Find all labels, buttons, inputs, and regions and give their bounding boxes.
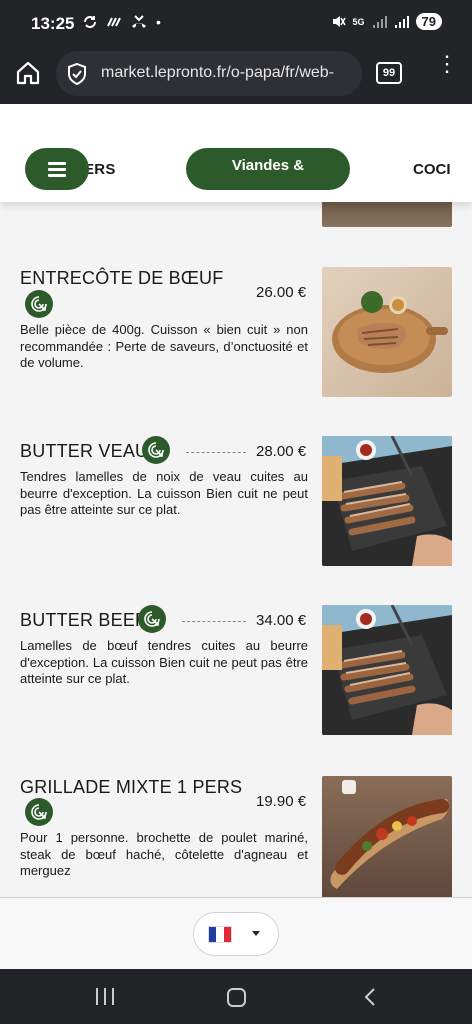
category-tab-next[interactable]: COCI xyxy=(413,161,451,178)
category-bar: ERS Viandes & COCI xyxy=(0,104,472,202)
chevron-down-icon xyxy=(252,931,260,936)
mute-icon xyxy=(332,16,346,27)
item-price: 19.90 € xyxy=(256,793,307,810)
status-time: 13:25 xyxy=(31,14,75,33)
customize-icon[interactable] xyxy=(25,290,53,318)
item-description: Pour 1 personne. brochette de poulet mar… xyxy=(20,830,308,878)
language-bar xyxy=(0,897,472,969)
item-image[interactable] xyxy=(322,605,452,735)
item-image[interactable] xyxy=(322,436,452,566)
signal-icon-2 xyxy=(394,15,409,28)
address-bar[interactable]: market.lepronto.fr/o-papa/fr/web- xyxy=(56,51,362,96)
item-description: Tendres lamelles de noix de veau cuites … xyxy=(20,469,308,517)
item-title: ENTRECÔTE DE BŒUF xyxy=(20,268,224,288)
item-price: 28.00 € xyxy=(256,443,307,460)
price-leader xyxy=(186,452,246,453)
signal-icon xyxy=(372,15,387,28)
item-price: 34.00 € xyxy=(256,612,307,629)
status-notification-icons: • xyxy=(82,14,161,30)
item-description: Belle pièce de 400g. Cuisson « bien cuit… xyxy=(20,322,308,370)
item-image[interactable] xyxy=(322,776,452,897)
customize-icon[interactable] xyxy=(138,605,166,633)
missed-call-icon xyxy=(132,15,146,28)
status-system-icons: 5G 79 xyxy=(331,13,442,30)
customize-icon[interactable] xyxy=(142,436,170,464)
wifi-call-icon xyxy=(107,17,121,27)
browser-menu-icon[interactable]: ⋮ xyxy=(436,53,458,86)
menu-item[interactable]: ENTRECÔTE DE BŒUF 26.00 € Belle pièce de… xyxy=(0,266,472,401)
sync-icon xyxy=(84,16,96,28)
item-image[interactable] xyxy=(322,267,452,397)
battery-badge: 79 xyxy=(415,13,442,30)
back-icon[interactable] xyxy=(363,987,377,1007)
recent-apps-icon[interactable] xyxy=(96,988,116,1006)
dot-icon: • xyxy=(156,14,161,30)
home-nav-icon[interactable] xyxy=(227,988,246,1007)
category-menu-button[interactable] xyxy=(25,148,89,190)
france-flag-icon xyxy=(208,926,232,943)
browser-toolbar: market.lepronto.fr/o-papa/fr/web- 99 ⋮ xyxy=(0,46,472,104)
network-label: 5G xyxy=(352,16,365,27)
item-title: GRILLADE MIXTE 1 PERS xyxy=(20,777,243,797)
customize-icon[interactable] xyxy=(25,798,53,826)
menu-item[interactable]: BUTTER VEAU 28.00 € Tendres lamelles de … xyxy=(0,436,472,571)
system-nav-bar xyxy=(0,969,472,1024)
language-selector[interactable] xyxy=(193,912,279,956)
item-title: BUTTER BEEF xyxy=(20,610,147,630)
item-description: Lamelles de bœuf tendres cuites au beurr… xyxy=(20,638,308,686)
previous-item-image[interactable] xyxy=(322,202,452,227)
url-text: market.lepronto.fr/o-papa/fr/web- xyxy=(101,64,334,81)
item-price: 26.00 € xyxy=(256,284,307,301)
item-title: BUTTER VEAU xyxy=(20,441,149,461)
menu-item[interactable]: GRILLADE MIXTE 1 PERS 19.90 € Pour 1 per… xyxy=(0,775,472,897)
price-leader xyxy=(182,621,246,622)
status-bar: 13:25 • 5G 79 xyxy=(0,0,472,46)
tab-switcher-button[interactable]: 99 xyxy=(376,62,402,84)
menu-item[interactable]: BUTTER BEEF 34.00 € Lamelles de bœuf ten… xyxy=(0,605,472,740)
hamburger-icon xyxy=(48,162,66,165)
hamburger-icon-bar xyxy=(48,174,66,177)
hamburger-icon-bar xyxy=(48,168,66,171)
site-security-icon[interactable] xyxy=(66,62,88,86)
home-icon[interactable] xyxy=(14,59,42,87)
category-tab-active[interactable]: Viandes & xyxy=(186,148,350,190)
